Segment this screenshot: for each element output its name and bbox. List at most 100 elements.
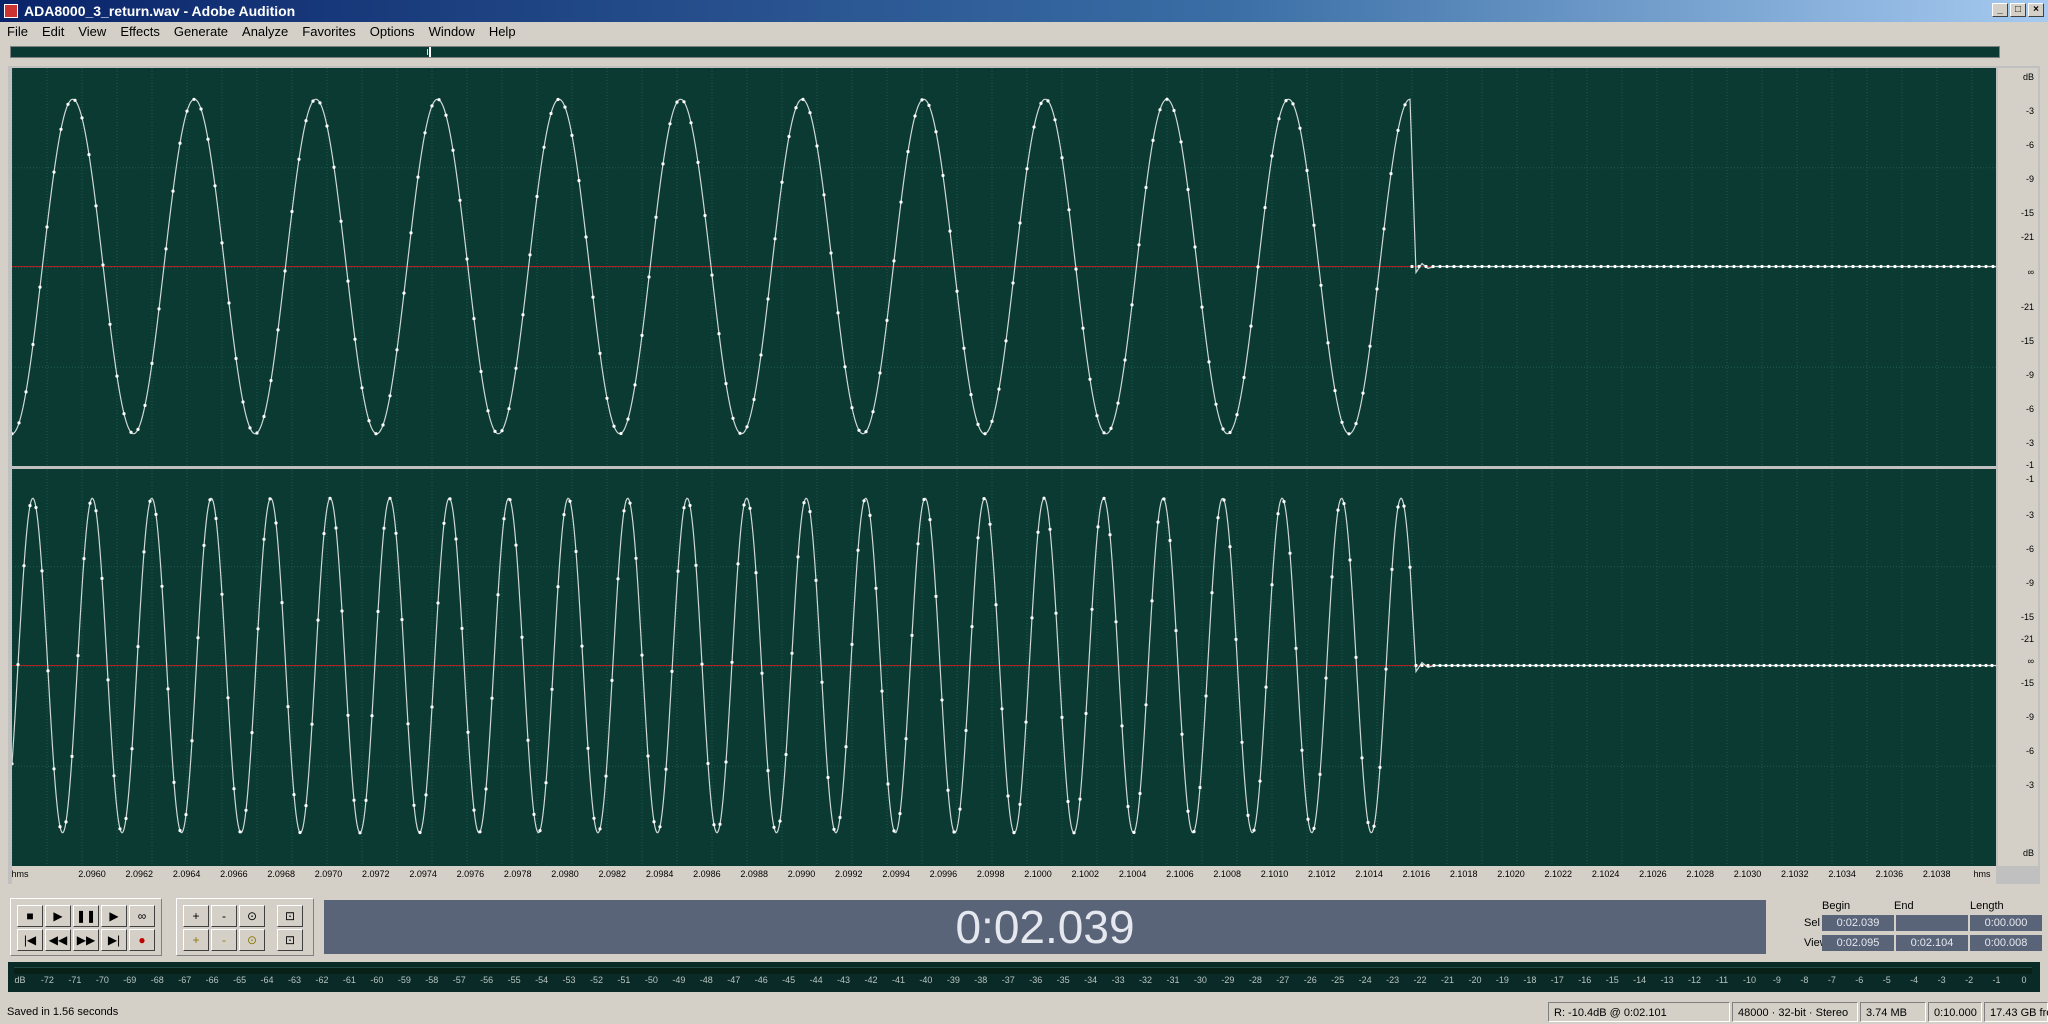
zoom-vertical-in-icon[interactable]: ⊡: [277, 905, 303, 927]
menu-file[interactable]: File: [0, 22, 35, 42]
time-tick-label: 2.1030: [1733, 869, 1762, 879]
time-tick-label: 2.1014: [1355, 869, 1383, 879]
maximize-button[interactable]: □: [2010, 3, 2026, 17]
pause-button[interactable]: ❚❚: [73, 905, 99, 927]
view-range-thumb[interactable]: [429, 47, 431, 57]
meter-db-label: -2: [1965, 975, 1974, 985]
time-tick-label: 2.0972: [362, 869, 390, 879]
time-tick-label: 2.0984: [645, 869, 674, 879]
meter-db-label: -26: [1303, 975, 1317, 985]
stop-button[interactable]: ■: [17, 905, 43, 927]
level-meter-bar: [14, 967, 2032, 974]
record-button[interactable]: ●: [129, 929, 155, 951]
view-length-field[interactable]: 0:00.008: [1970, 935, 2042, 951]
db-tick-label: -15: [2020, 336, 2034, 346]
zoom-out-icon[interactable]: -: [211, 905, 237, 927]
go-to-start-button[interactable]: |◀: [17, 929, 43, 951]
meter-db-label: -29: [1221, 975, 1235, 985]
meter-db-label: -8: [1800, 975, 1809, 985]
menu-view[interactable]: View: [71, 22, 113, 42]
meter-db-label: -42: [864, 975, 878, 985]
meter-db-label: -36: [1029, 975, 1043, 985]
meter-db-label: -25: [1331, 975, 1345, 985]
sel-begin-field[interactable]: 0:02.039: [1822, 915, 1894, 931]
meter-db-label: -17: [1550, 975, 1564, 985]
minimize-button[interactable]: _: [1992, 3, 2008, 17]
meter-db-label: -50: [644, 975, 658, 985]
time-tick-label: 2.1032: [1781, 869, 1809, 879]
meter-db-label: -49: [672, 975, 686, 985]
waveform-display[interactable]: [12, 68, 1996, 866]
zoom-vertical-out-icon[interactable]: ⊡: [277, 929, 303, 951]
sel-row-label: Sel: [1804, 917, 1820, 929]
db-tick-label: -21: [2020, 634, 2034, 644]
time-tick-label: 2.1036: [1875, 869, 1904, 879]
go-to-end-button[interactable]: ▶|: [101, 929, 127, 951]
db-tick-label: -6: [2025, 404, 2034, 414]
meter-db-label: -55: [507, 975, 521, 985]
menu-edit[interactable]: Edit: [35, 22, 71, 42]
menu-options[interactable]: Options: [363, 22, 422, 42]
meter-db-label: -69: [123, 975, 137, 985]
zoom-full-icon[interactable]: ⊙: [239, 905, 265, 927]
overview-scrollbar[interactable]: [10, 46, 2000, 58]
menu-help[interactable]: Help: [482, 22, 523, 42]
view-begin-field[interactable]: 0:02.095: [1822, 935, 1894, 951]
time-tick-label: 2.1026: [1639, 869, 1667, 879]
menu-favorites[interactable]: Favorites: [295, 22, 362, 42]
transport-panel: ■ ▶ ❚❚ ▶ ∞ |◀ ◀◀ ▶▶ ▶| ●: [10, 898, 162, 956]
db-tick-label: -21: [2020, 302, 2034, 312]
db-scale: dB -3 -6 -9 -15 -21 ∞ -21 -15 -9 -6 -3 -1 -1 -3 -6 -9 -15…: [1998, 68, 2038, 866]
db-tick-label: -9: [2025, 578, 2034, 588]
time-unit-right: hms: [1973, 869, 1991, 879]
selection-view-panel: Begin End Length Sel View 0:02.039 0:00.…: [1780, 898, 2048, 956]
zoom-left-edge-icon[interactable]: -: [211, 929, 237, 951]
meter-db-label: -5: [1882, 975, 1891, 985]
time-tick-label: 2.1002: [1071, 869, 1100, 879]
menu-effects[interactable]: Effects: [113, 22, 167, 42]
view-end-field[interactable]: 0:02.104: [1896, 935, 1968, 951]
close-button[interactable]: ×: [2028, 3, 2044, 17]
meter-db-label: -45: [782, 975, 796, 985]
meter-db-label: -53: [562, 975, 576, 985]
end-header: End: [1894, 900, 1914, 912]
play-to-end-button[interactable]: ▶: [101, 905, 127, 927]
meter-db-label: -18: [1523, 975, 1537, 985]
meter-db-label: -62: [315, 975, 329, 985]
meter-db-label: -6: [1855, 975, 1864, 985]
app-icon: [4, 4, 18, 18]
meter-db-label: -41: [891, 975, 905, 985]
menu-window[interactable]: Window: [422, 22, 482, 42]
time-tick-label: 2.1006: [1166, 869, 1194, 879]
meter-db-label: -20: [1468, 975, 1482, 985]
meter-db-label: -67: [178, 975, 192, 985]
time-ruler[interactable]: hms 2.0960 2.0962 2.0964 2.0966 2.0968 2.0970 2…: [11, 866, 1996, 884]
status-size: 3.74 MB: [1860, 1002, 1926, 1022]
zoom-right-edge-icon[interactable]: ⊙: [239, 929, 265, 951]
title-bar: ADA8000_3_return.wav - Adobe Audition _ …: [0, 0, 2048, 22]
status-cursor-level: R: -10.4dB @ 0:02.101: [1548, 1002, 1730, 1022]
meter-db-label: -10: [1742, 975, 1756, 985]
time-tick-label: 2.0996: [929, 869, 958, 879]
zoom-in-icon[interactable]: +: [183, 905, 209, 927]
status-free-space: 17.43 GB free: [1984, 1002, 2048, 1022]
time-tick-label: 2.0966: [220, 869, 248, 879]
sel-length-field[interactable]: 0:00.000: [1970, 915, 2042, 931]
meter-db-label: -54: [535, 975, 549, 985]
time-tick-label: 2.1016: [1402, 869, 1431, 879]
zoom-selection-icon[interactable]: +: [183, 929, 209, 951]
db-tick-label: -6: [2025, 544, 2034, 554]
menu-generate[interactable]: Generate: [167, 22, 235, 42]
sel-end-field[interactable]: [1896, 915, 1968, 931]
time-tick-label: 2.0978: [503, 869, 532, 879]
status-bar: Saved in 1.56 seconds R: -10.4dB @ 0:02.…: [0, 1001, 2048, 1024]
meter-db-label: -14: [1633, 975, 1647, 985]
rewind-button[interactable]: ◀◀: [45, 929, 71, 951]
play-button[interactable]: ▶: [45, 905, 71, 927]
meter-db-label: -68: [150, 975, 164, 985]
fast-forward-button[interactable]: ▶▶: [73, 929, 99, 951]
time-tick-label: 2.0994: [882, 869, 910, 879]
menu-analyze[interactable]: Analyze: [235, 22, 295, 42]
meter-db-label: -32: [1139, 975, 1153, 985]
loop-button[interactable]: ∞: [129, 905, 155, 927]
